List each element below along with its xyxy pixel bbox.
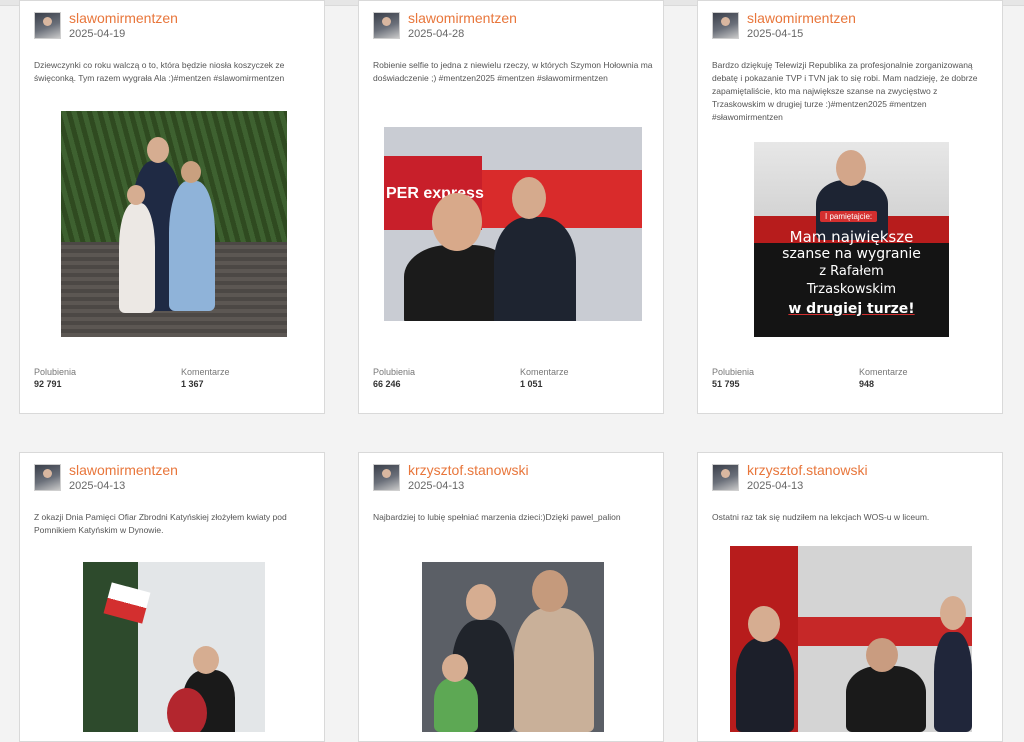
comments-count: 1 051 — [520, 379, 543, 389]
poster-line-2: szanse na wygranie — [782, 246, 921, 262]
post-image[interactable] — [730, 546, 972, 732]
likes-count: 66 246 — [373, 379, 401, 389]
girl-head-right — [181, 161, 201, 183]
poster-line-1: Mam największe — [789, 228, 914, 246]
avatar[interactable] — [34, 464, 61, 491]
avatar[interactable] — [34, 12, 61, 39]
post-caption: Ostatni raz tak się nudziłem na lekcjach… — [712, 512, 930, 522]
post-username[interactable]: krzysztof.stanowski — [747, 462, 868, 478]
girl-figure-left — [119, 203, 155, 313]
comments-label: Komentarze — [520, 367, 569, 377]
post-username[interactable]: slawomirmentzen — [69, 462, 178, 478]
post-date: 2025-04-28 — [408, 28, 465, 40]
poster-line-4: Trzaskowskim — [806, 282, 897, 297]
likes-label: Polubienia — [373, 367, 416, 377]
man-right-figure — [934, 632, 972, 732]
man-middle-head — [866, 638, 898, 672]
man-background-head — [512, 177, 546, 219]
young-man-head — [466, 584, 496, 620]
post-card[interactable]: krzysztof.stanowski 2025-04-13 Ostatni r… — [697, 452, 1003, 742]
post-date: 2025-04-13 — [747, 480, 804, 492]
post-card[interactable]: slawomirmentzen 2025-04-28 Robienie self… — [358, 0, 664, 414]
post-card[interactable]: krzysztof.stanowski 2025-04-13 Najbardzi… — [358, 452, 664, 742]
post-caption: Z okazji Dnia Pamięci Ofiar Zbrodni Katy… — [34, 512, 287, 535]
post-caption: Bardzo dziękuję Telewizji Republika za p… — [712, 60, 978, 122]
man-head — [147, 137, 169, 163]
poster-line-5: w drugiej turze! — [788, 301, 915, 317]
post-username[interactable]: slawomirmentzen — [69, 10, 178, 26]
post-image[interactable]: I pamiętajcie: Mam największe szanse na … — [754, 142, 949, 337]
post-image[interactable] — [61, 111, 287, 337]
post-image[interactable]: PER express — [384, 127, 642, 321]
poster-line-3: z Rafałem — [819, 264, 884, 279]
post-date: 2025-04-13 — [69, 480, 126, 492]
post-card[interactable]: slawomirmentzen 2025-04-15 Bardzo dzięku… — [697, 0, 1003, 414]
post-username[interactable]: krzysztof.stanowski — [408, 462, 529, 478]
flower-wreath — [167, 688, 207, 732]
comments-label: Komentarze — [181, 367, 230, 377]
likes-label: Polubienia — [712, 367, 755, 377]
post-card[interactable]: slawomirmentzen 2025-04-13 Z okazji Dnia… — [19, 452, 325, 742]
post-username[interactable]: slawomirmentzen — [747, 10, 856, 26]
comments-count: 1 367 — [181, 379, 204, 389]
child-figure — [434, 678, 478, 732]
post-date: 2025-04-13 — [408, 480, 465, 492]
man-foreground-head — [432, 193, 482, 251]
bearded-man-figure — [514, 608, 594, 732]
comments-count: 948 — [859, 379, 875, 389]
man-head — [193, 646, 219, 674]
likes-count: 51 795 — [712, 379, 740, 389]
comments-label: Komentarze — [859, 367, 908, 377]
likes-label: Polubienia — [34, 367, 77, 377]
child-head — [442, 654, 468, 682]
poster-tag: I pamiętajcie: — [820, 211, 878, 222]
post-caption: Najbardziej to lubię spełniać marzenia d… — [373, 512, 621, 522]
man-background — [494, 217, 576, 321]
man-head — [836, 150, 866, 186]
avatar[interactable] — [373, 12, 400, 39]
likes-count: 92 791 — [34, 379, 62, 389]
man-left-figure — [736, 638, 794, 732]
post-image[interactable] — [422, 562, 604, 732]
post-caption: Dziewczynki co roku walczą o to, która b… — [34, 60, 285, 83]
girl-figure-right — [169, 181, 215, 311]
post-date: 2025-04-15 — [747, 28, 804, 40]
post-caption: Robienie selfie to jedna z niewielu rzec… — [373, 60, 653, 83]
avatar[interactable] — [712, 464, 739, 491]
post-card[interactable]: slawomirmentzen 2025-04-19 Dziewczynki c… — [19, 0, 325, 414]
girl-head-left — [127, 185, 145, 205]
man-left-head — [748, 606, 780, 642]
post-image[interactable] — [83, 562, 265, 732]
man-right-head — [940, 596, 966, 630]
man-middle-figure — [846, 666, 926, 732]
post-username[interactable]: slawomirmentzen — [408, 10, 517, 26]
avatar[interactable] — [712, 12, 739, 39]
bearded-man-head — [532, 570, 568, 612]
post-date: 2025-04-19 — [69, 28, 126, 40]
avatar[interactable] — [373, 464, 400, 491]
